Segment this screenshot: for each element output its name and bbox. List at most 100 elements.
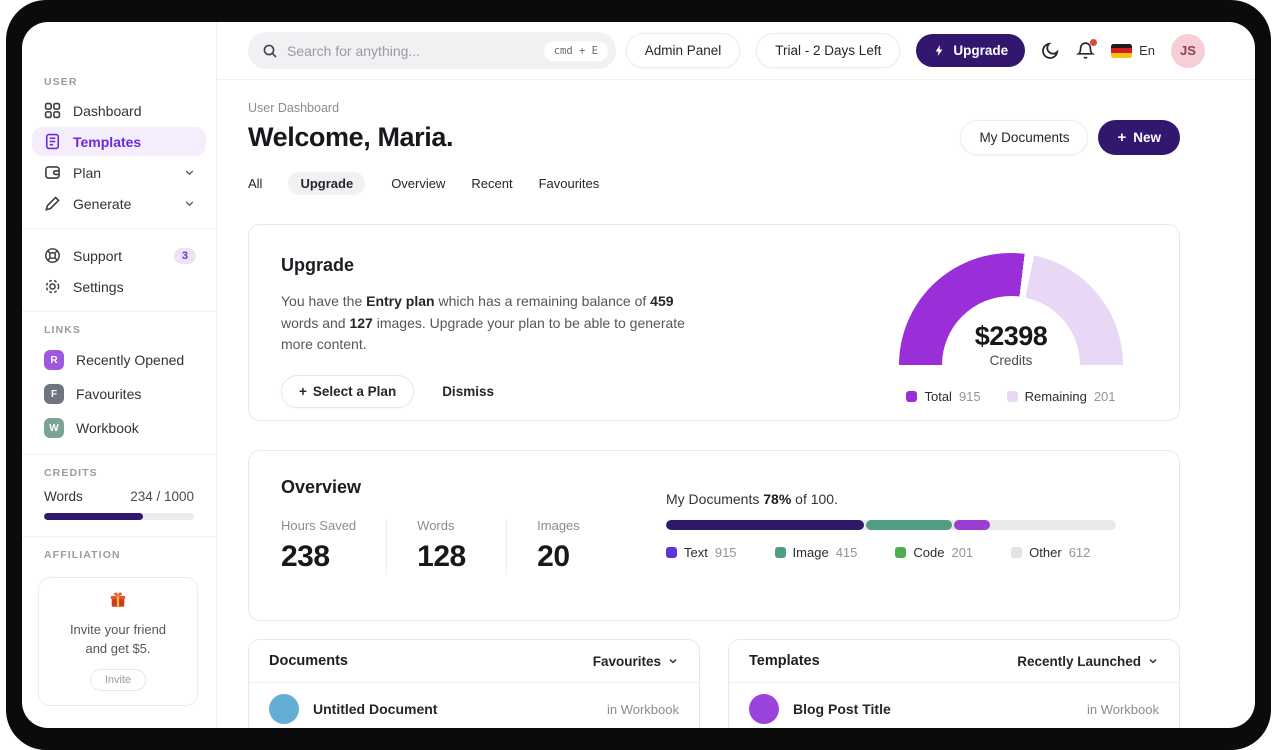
words-label: Words (44, 489, 83, 504)
documents-progress-block: My Documents 78% of 100. Text 915 Image (666, 491, 1116, 560)
top-bar: cmd + E Admin Panel Trial - 2 Days Left … (217, 22, 1255, 80)
legend-item-remaining: Remaining 201 (1006, 389, 1116, 404)
gear-icon (44, 278, 61, 295)
sidebar-link-favourites[interactable]: F Favourites (32, 378, 206, 410)
template-list-item[interactable]: Blog Post Title in Workbook (729, 683, 1179, 728)
tab-overview[interactable]: Overview (391, 172, 445, 195)
sidebar-item-plan[interactable]: Plan (32, 158, 206, 187)
stat-hours-saved: Hours Saved 238 (281, 518, 388, 574)
link-letter-avatar: W (44, 418, 64, 438)
sidebar-item-dashboard[interactable]: Dashboard (32, 96, 206, 125)
dismiss-button[interactable]: Dismiss (442, 384, 494, 399)
sidebar-section-links: LINKS (44, 324, 81, 336)
link-letter-avatar: F (44, 384, 64, 404)
user-avatar[interactable]: JS (1171, 33, 1205, 68)
sidebar-divider (22, 228, 216, 229)
sidebar-item-settings[interactable]: Settings (32, 272, 206, 301)
words-progress-fill (44, 513, 143, 520)
tab-favourites[interactable]: Favourites (539, 172, 600, 195)
chevron-down-icon (1147, 655, 1159, 667)
gift-icon (109, 591, 127, 609)
upgrade-button[interactable]: Upgrade (916, 34, 1026, 67)
templates-filter-dropdown[interactable]: Recently Launched (1017, 654, 1159, 669)
sidebar-item-label: Support (73, 247, 123, 264)
app-window: USER Dashboard Templates Plan Generate S… (22, 22, 1255, 728)
sidebar-item-label: Plan (73, 164, 102, 181)
notification-dot (1090, 39, 1098, 46)
my-documents-button[interactable]: My Documents (960, 120, 1089, 155)
sidebar-section-affiliation: AFFILIATION (44, 549, 121, 561)
germany-flag-icon (1111, 43, 1133, 58)
sidebar-link-workbook[interactable]: W Workbook (32, 412, 206, 444)
template-name: Blog Post Title (793, 701, 891, 717)
invite-button[interactable]: Invite (89, 668, 147, 691)
tab-bar: All Upgrade Overview Recent Favourites (248, 172, 1180, 195)
template-avatar (749, 694, 779, 724)
chevron-down-icon (183, 197, 196, 210)
sidebar-link-recently-opened[interactable]: R Recently Opened (32, 344, 206, 376)
legend-item-other: Other 612 (1011, 545, 1090, 560)
admin-panel-button[interactable]: Admin Panel (625, 33, 741, 68)
sidebar-item-support[interactable]: Support 3 (32, 241, 206, 270)
legend-swatch (895, 547, 907, 558)
sidebar-link-label: Recently Opened (76, 352, 185, 368)
documents-filter-dropdown[interactable]: Favourites (593, 654, 679, 669)
document-name: Untitled Document (313, 701, 438, 717)
language-selector[interactable]: En (1111, 43, 1155, 58)
tab-all[interactable]: All (248, 172, 262, 195)
document-list-item[interactable]: Untitled Document in Workbook (249, 683, 699, 728)
wallet-icon (44, 164, 61, 181)
main-area: cmd + E Admin Panel Trial - 2 Days Left … (217, 22, 1255, 728)
tab-recent[interactable]: Recent (471, 172, 512, 195)
legend-swatch (666, 547, 677, 558)
credits-gauge-legend: Total 915 Remaining 201 (899, 389, 1123, 404)
sidebar-item-generate[interactable]: Generate (32, 189, 206, 218)
documents-card: Documents Favourites Untitled Document i… (248, 639, 700, 728)
bolt-icon (933, 44, 946, 57)
credits-gauge: $2398 Credits (899, 253, 1123, 368)
documents-progress-title: My Documents 78% of 100. (666, 491, 838, 507)
legend-swatch (774, 547, 786, 558)
tab-upgrade[interactable]: Upgrade (288, 172, 366, 195)
new-button[interactable]: + New (1098, 120, 1180, 155)
upgrade-card-description: You have the Entry plan which has a rema… (281, 293, 685, 353)
grid-icon (44, 102, 61, 119)
sidebar-divider (22, 454, 216, 455)
breadcrumb: User Dashboard (248, 101, 340, 115)
plus-icon: + (1117, 129, 1127, 146)
sidebar-section-credits: CREDITS (44, 467, 98, 479)
dark-mode-toggle[interactable] (1041, 41, 1060, 60)
legend-swatch (1011, 547, 1023, 558)
search-bar[interactable]: cmd + E (248, 32, 616, 69)
words-progress-track (44, 513, 194, 520)
words-usage: 234 / 1000 (130, 489, 194, 504)
document-avatar (269, 694, 299, 724)
credits-words-row: Words 234 / 1000 (22, 487, 216, 504)
legend-item-image: Image 415 (774, 545, 857, 560)
templates-card-title: Templates (749, 653, 820, 669)
affiliation-text: Invite your friend and get $5. (69, 622, 167, 656)
page-title: Welcome, Maria. (248, 122, 454, 152)
plus-icon: + (299, 384, 307, 400)
sidebar: USER Dashboard Templates Plan Generate S… (22, 22, 217, 728)
trial-status-button[interactable]: Trial - 2 Days Left (756, 33, 901, 68)
legend-swatch (1006, 391, 1018, 402)
moon-icon (1042, 42, 1059, 59)
sidebar-item-label: Settings (73, 278, 124, 295)
document-location: in Workbook (606, 701, 679, 717)
search-input[interactable] (287, 42, 535, 59)
legend-swatch (906, 391, 918, 402)
stat-images: Images 20 (537, 518, 580, 573)
pencil-icon (44, 195, 61, 212)
chevron-down-icon (183, 166, 196, 179)
language-code: En (1139, 43, 1155, 58)
notifications-button[interactable] (1076, 39, 1098, 60)
select-plan-button[interactable]: + Select a Plan (281, 375, 415, 409)
legend-item-total: Total 915 (906, 389, 981, 404)
sidebar-item-templates[interactable]: Templates (32, 127, 206, 156)
lifebuoy-icon (44, 247, 61, 264)
sidebar-item-label: Templates (73, 133, 142, 150)
template-location: in Workbook (1086, 701, 1159, 717)
legend-item-code: Code 201 (895, 545, 973, 560)
sidebar-item-label: Generate (73, 195, 132, 212)
